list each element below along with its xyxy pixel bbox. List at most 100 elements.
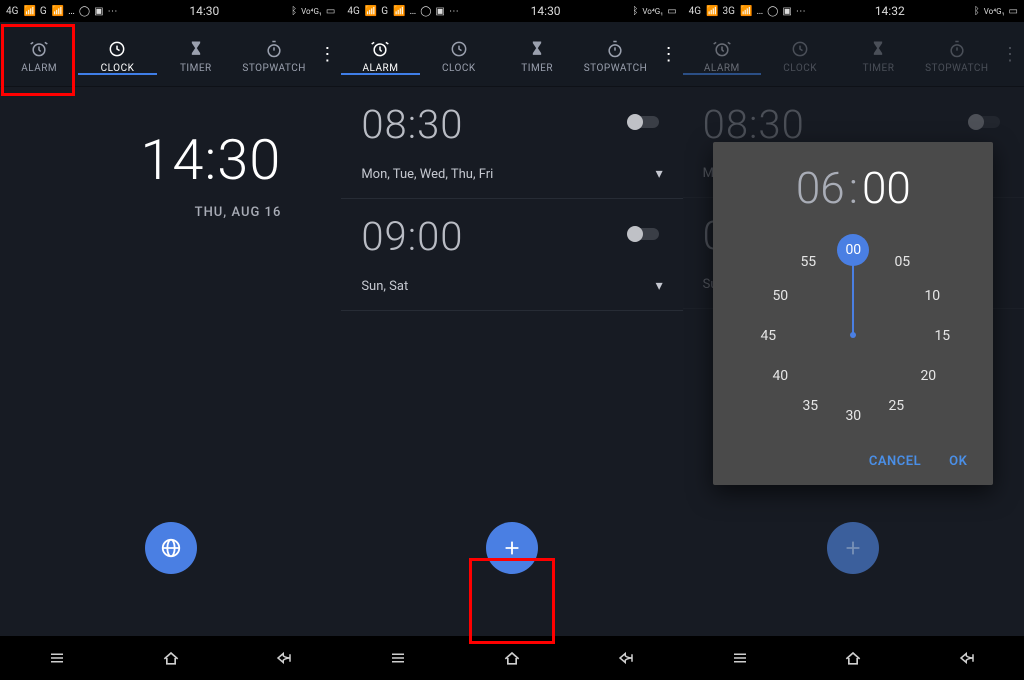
dialog-scrim[interactable]: 06:00 00 05 10 15 20 25 30 35 40 45 50 5	[683, 87, 1024, 636]
alarm-item[interactable]: 09:00 Sun, Sat ▾	[341, 199, 682, 311]
tab-clock[interactable]: CLOCK	[78, 35, 156, 74]
signal-icon: 📶	[23, 6, 35, 17]
battery-icon: ▭	[326, 6, 335, 17]
volte-icon: Vo⁴G₁	[984, 7, 1005, 16]
battery-icon: ▭	[1009, 6, 1018, 17]
tab-bar: ALARM CLOCK TIMER STOPWATCH ⋮	[0, 22, 341, 87]
alarm-list-dimmed: 08:30 Mo 0 Su	[683, 87, 1024, 636]
minute-25[interactable]: 25	[882, 392, 910, 420]
tab-stopwatch[interactable]: STOPWATCH	[576, 35, 654, 74]
overflow-menu: ⋮	[996, 44, 1024, 65]
more-dots-icon: ⋯	[796, 6, 806, 17]
nav-home[interactable]	[840, 645, 866, 671]
alarm-item[interactable]: 08:30 Mon, Tue, Wed, Thu, Fri ▾	[341, 87, 682, 199]
bluetooth-icon: ᛒ	[974, 6, 980, 17]
tab-alarm[interactable]: ALARM	[0, 35, 78, 74]
globe-icon	[160, 537, 182, 559]
chevron-down-icon[interactable]: ▾	[656, 278, 663, 294]
minute-50[interactable]: 50	[766, 282, 794, 310]
alarm-icon	[712, 39, 732, 59]
minute-35[interactable]: 35	[796, 392, 824, 420]
minute-10[interactable]: 10	[918, 282, 946, 310]
more-dots-icon: ⋯	[449, 6, 459, 17]
nav-recents[interactable]	[727, 645, 753, 671]
world-clock-fab[interactable]	[145, 522, 197, 574]
picker-minute[interactable]: 00	[862, 162, 911, 214]
tab-bar: ALARM CLOCK TIMER STOPWATCH ⋮	[683, 22, 1024, 87]
tab-timer: TIMER	[839, 35, 917, 74]
tab-clock[interactable]: CLOCK	[420, 35, 498, 74]
bluetooth-icon: ᛒ	[632, 6, 638, 17]
sig-label: G	[381, 6, 388, 17]
picker-time-display: 06:00	[729, 162, 977, 214]
stopwatch-icon	[605, 39, 625, 59]
minute-55[interactable]: 55	[794, 248, 822, 276]
clock-icon	[449, 39, 469, 59]
nav-back[interactable]	[954, 645, 980, 671]
battery-icon: ▭	[667, 6, 676, 17]
camera-icon: ▣	[782, 6, 791, 17]
clock-face[interactable]: 00 05 10 15 20 25 30 35 40 45 50 55	[748, 230, 958, 440]
alarm-time: 08:30	[361, 101, 463, 148]
system-navbar	[0, 636, 341, 680]
current-date: THU, AUG 16	[0, 205, 341, 220]
minute-45[interactable]: 45	[754, 322, 782, 350]
tab-timer[interactable]: TIMER	[157, 35, 235, 74]
ok-button[interactable]: OK	[949, 454, 967, 469]
screen-alarm-list: 4G 📶 G 📶 … ◯ ▣ ⋯ 14:30 ᛒ Vo⁴G₁ ▭ ALARM C…	[341, 0, 682, 680]
overflow-menu[interactable]: ⋮	[313, 44, 341, 65]
nav-recents[interactable]	[385, 645, 411, 671]
nav-recents[interactable]	[44, 645, 70, 671]
minute-40[interactable]: 40	[766, 362, 794, 390]
overflow-menu[interactable]: ⋮	[655, 44, 683, 65]
alarm-list: 08:30 Mon, Tue, Wed, Thu, Fri ▾ 09:00 Su…	[341, 87, 682, 636]
tab-bar: ALARM CLOCK TIMER STOPWATCH ⋮	[341, 22, 682, 87]
tab-clock: CLOCK	[761, 35, 839, 74]
nav-back[interactable]	[613, 645, 639, 671]
tab-timer[interactable]: TIMER	[498, 35, 576, 74]
nav-back[interactable]	[271, 645, 297, 671]
alarm-toggle[interactable]	[627, 225, 661, 243]
add-alarm-fab[interactable]	[486, 522, 538, 574]
minute-20[interactable]: 20	[914, 362, 942, 390]
statusbar-time: 14:32	[875, 4, 905, 18]
sig-label: G	[40, 6, 47, 17]
nav-home[interactable]	[158, 645, 184, 671]
selected-minute-knob[interactable]: 00	[837, 234, 869, 266]
whatsapp-icon: ◯	[79, 6, 90, 17]
screen-time-picker: 4G 📶 3G 📶 … ◯ ▣ ⋯ 14:32 ᛒ Vo⁴G₁ ▭ ALARM …	[683, 0, 1024, 680]
clock-content: 14:30 THU, AUG 16	[0, 87, 341, 636]
tab-stopwatch[interactable]: STOPWATCH	[235, 35, 313, 74]
minute-05[interactable]: 05	[888, 248, 916, 276]
stopwatch-icon	[264, 39, 284, 59]
picker-hour[interactable]: 06	[796, 162, 845, 214]
current-time: 14:30	[0, 127, 341, 193]
system-navbar	[341, 636, 682, 680]
time-picker-dialog: 06:00 00 05 10 15 20 25 30 35 40 45 50 5	[713, 142, 993, 485]
statusbar: 4G 📶 3G 📶 … ◯ ▣ ⋯ 14:32 ᛒ Vo⁴G₁ ▭	[683, 0, 1024, 22]
camera-icon: ▣	[94, 6, 103, 17]
hourglass-icon	[186, 39, 206, 59]
camera-icon: ▣	[435, 6, 444, 17]
minute-15[interactable]: 15	[928, 322, 956, 350]
chevron-down-icon[interactable]: ▾	[656, 166, 663, 182]
hourglass-icon	[527, 39, 547, 59]
clock-icon	[107, 39, 127, 59]
tab-alarm[interactable]: ALARM	[341, 35, 419, 74]
sig-label: 3G	[723, 6, 735, 17]
minute-30[interactable]: 30	[839, 402, 867, 430]
screen-clock: 4G 📶 G 📶 … ◯ ▣ ⋯ 14:30 ᛒ Vo⁴G₁ ▭ ALARM C…	[0, 0, 341, 680]
clock-icon	[790, 39, 810, 59]
nav-home[interactable]	[499, 645, 525, 671]
signal-icon: 📶	[706, 6, 718, 17]
whatsapp-icon: ◯	[420, 6, 431, 17]
tab-label: STOPWATCH	[925, 63, 988, 74]
alarm-toggle[interactable]	[627, 113, 661, 131]
signal-icon-2: 📶	[52, 6, 64, 17]
bluetooth-icon: ᛒ	[291, 6, 297, 17]
alarm-days: Sun, Sat	[361, 279, 408, 294]
volte-icon: Vo⁴G₁	[642, 7, 663, 16]
alarm-icon	[370, 39, 390, 59]
cancel-button[interactable]: CANCEL	[869, 454, 921, 469]
statusbar: 4G 📶 G 📶 … ◯ ▣ ⋯ 14:30 ᛒ Vo⁴G₁ ▭	[341, 0, 682, 22]
